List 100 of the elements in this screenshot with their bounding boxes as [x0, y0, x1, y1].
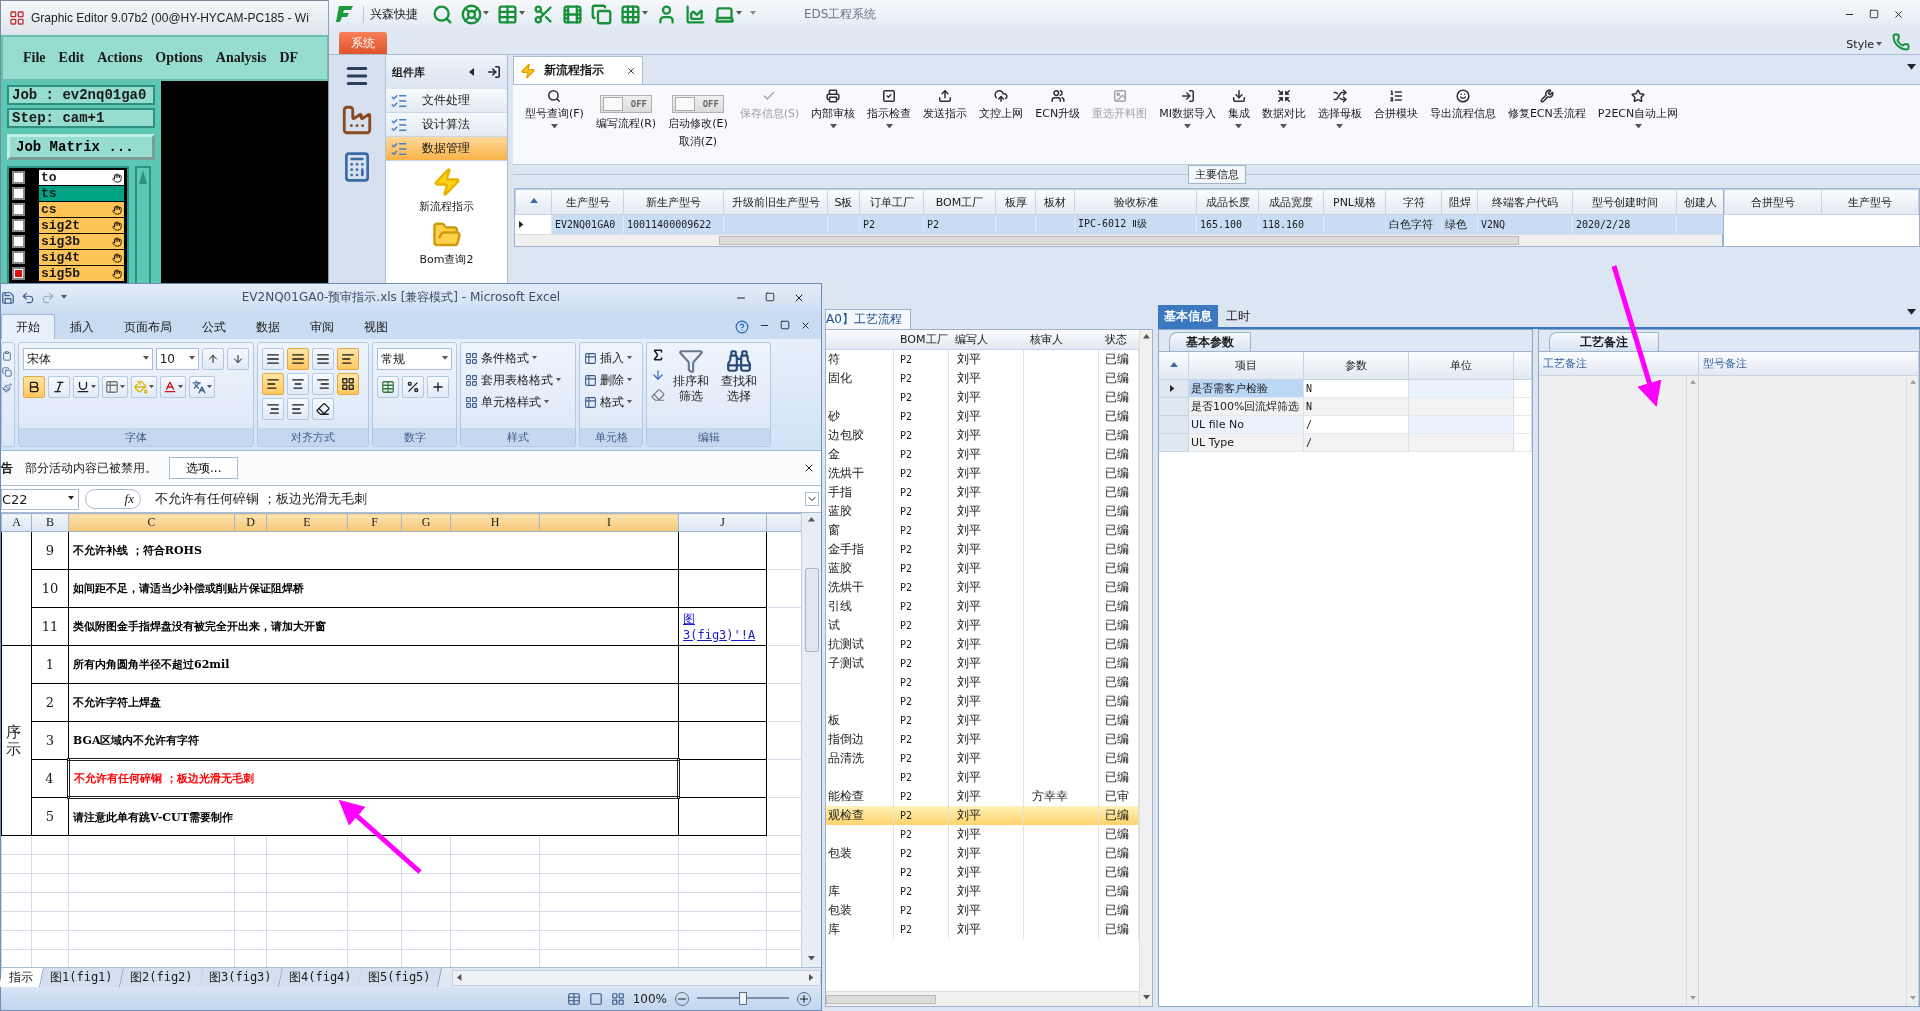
menu-item[interactable]: Edit: [58, 50, 85, 66]
layer-item[interactable]: to: [39, 170, 124, 185]
column-header[interactable]: 核审人: [1024, 332, 1099, 347]
column-header[interactable]: 阻焊: [1441, 189, 1478, 215]
ribbon-button[interactable]: 套用表格格式: [465, 370, 571, 390]
layer-item[interactable]: sig4t: [39, 250, 124, 265]
column-header[interactable]: 状态: [1099, 332, 1139, 347]
column-header[interactable]: 生产型号: [551, 189, 624, 215]
column-header[interactable]: F: [347, 513, 402, 532]
table-cell[interactable]: 不允许补线 ；符合ROHS: [68, 531, 679, 570]
launcher-item[interactable]: Bom查询2: [386, 214, 507, 267]
find-select-button[interactable]: 查找和选择: [717, 348, 761, 428]
launcher-item[interactable]: 新流程指示: [386, 161, 507, 214]
sheet-tab[interactable]: 图1(fig1): [40, 968, 124, 987]
ribbon-tab[interactable]: 审阅: [295, 314, 349, 339]
tab[interactable]: 工时: [1220, 305, 1256, 327]
column-header[interactable]: 验收标准: [1074, 189, 1197, 215]
job-matrix-button[interactable]: Job Matrix ...: [7, 134, 155, 160]
sheet-tab[interactable]: 图4(fig4): [278, 968, 363, 987]
table-cell[interactable]: 不允许字符上焊盘: [68, 683, 679, 722]
sidebar-item[interactable]: 文件处理: [386, 89, 507, 113]
sidebar-item[interactable]: 设计算法: [386, 113, 507, 137]
layer-item[interactable]: ts: [39, 186, 124, 201]
font-size-select[interactable]: 10: [155, 348, 199, 370]
column-header[interactable]: B: [31, 513, 69, 532]
formula-field[interactable]: 不允许有任何碎铜 ；板边光滑无毛刺: [147, 490, 799, 508]
toolbar-button[interactable]: 内部审核: [807, 89, 860, 131]
column-header[interactable]: 终端客户代码: [1477, 189, 1573, 215]
column-header[interactable]: 成品长度: [1196, 189, 1259, 215]
column-header[interactable]: 新生产型号: [623, 189, 724, 215]
toolbar-button[interactable]: 修复ECN丢流程: [1503, 89, 1590, 121]
toolbar-button[interactable]: 指示检查: [863, 89, 916, 131]
column-header[interactable]: A: [1, 513, 32, 532]
ribbon-button[interactable]: 格式: [584, 392, 638, 412]
ribbon-button[interactable]: 插入: [584, 348, 638, 368]
menu-item[interactable]: DF: [279, 50, 299, 66]
sort-filter-button[interactable]: 排序和筛选: [669, 348, 713, 428]
layer-item[interactable]: sig2t: [39, 218, 124, 233]
toolbar-button[interactable]: P2ECN自动上网: [1593, 89, 1683, 131]
toolbar-button[interactable]: 选择母板: [1313, 89, 1366, 131]
menu-item[interactable]: Actions: [97, 50, 143, 66]
toolbar-button[interactable]: 集成: [1223, 89, 1254, 131]
menu-item[interactable]: File: [23, 50, 46, 66]
column-header[interactable]: 订单工厂: [859, 189, 924, 215]
column-header[interactable]: 型号创建时间: [1572, 189, 1677, 215]
table-row[interactable]: 观检查 P2 刘平 已编: [826, 806, 1139, 825]
column-header[interactable]: 生产型号: [1821, 189, 1919, 215]
column-header[interactable]: C: [68, 513, 235, 532]
column-header[interactable]: J: [678, 513, 767, 532]
column-header[interactable]: 单位: [1409, 352, 1514, 379]
column-header[interactable]: H: [450, 513, 540, 532]
column-header[interactable]: 字符: [1385, 189, 1442, 215]
toolbar-button[interactable]: 数据对比: [1257, 89, 1310, 131]
section-tab[interactable]: 基本参数: [1169, 332, 1251, 351]
toolbar-button[interactable]: MI数据导入: [1155, 89, 1220, 131]
number-format-select[interactable]: 常规: [377, 348, 452, 370]
name-box[interactable]: C22: [1, 488, 79, 510]
table-cell[interactable]: 类似附图金手指焊盘没有被完全开出来，请加大开窗: [68, 607, 679, 646]
column-header[interactable]: 成品宽度: [1258, 189, 1324, 215]
menu-item[interactable]: Options: [155, 50, 203, 66]
font-select[interactable]: 宋体: [23, 348, 153, 370]
column-header[interactable]: 参数: [1304, 352, 1409, 379]
toggle-switch[interactable]: OFF 启动修改(E) 取消(Z): [664, 89, 732, 149]
ribbon-button[interactable]: 删除: [584, 370, 638, 390]
style-menu[interactable]: Style: [1846, 38, 1882, 54]
column-header[interactable]: I: [539, 513, 679, 532]
column-header[interactable]: 项目: [1189, 352, 1304, 379]
column-header[interactable]: 板厚: [995, 189, 1036, 215]
layer-item[interactable]: cs: [39, 202, 124, 217]
table-cell[interactable]: 请注意此单有跳V-CUT需要制作: [68, 797, 679, 836]
document-tab[interactable]: 新流程指示: [513, 56, 643, 84]
sheet-tab[interactable]: 指示: [0, 968, 44, 987]
column-header[interactable]: 板材: [1035, 189, 1075, 215]
column-header[interactable]: 创建人: [1676, 189, 1724, 215]
tab[interactable]: 基本信息: [1158, 305, 1218, 327]
toolbar-button[interactable]: 文控上网: [975, 89, 1028, 121]
sheet-tab[interactable]: 图3(fig3): [199, 968, 283, 987]
toolbar-button[interactable]: ECN升级: [1031, 89, 1085, 121]
ribbon-tab[interactable]: 数据: [241, 314, 295, 339]
table-cell[interactable]: 不允许有任何碎铜 ；板边光滑无毛刺: [68, 759, 679, 798]
toolbar-button[interactable]: 导出流程信息: [1425, 89, 1500, 121]
toolbar-button[interactable]: 型号查询(F): [521, 89, 588, 131]
column-header[interactable]: D: [234, 513, 267, 532]
layer-item[interactable]: sig5b: [39, 266, 124, 281]
toolbar-button[interactable]: 合拼模块: [1369, 89, 1422, 121]
ribbon-tab[interactable]: 公式: [187, 314, 241, 339]
column-header[interactable]: 工艺备注: [1539, 352, 1699, 375]
menu-item[interactable]: Analysis: [215, 50, 267, 66]
options-button[interactable]: 选项...: [169, 457, 239, 479]
ribbon-button[interactable]: 单元格样式: [465, 392, 571, 412]
column-header[interactable]: S板: [827, 189, 860, 215]
column-header[interactable]: 编写人: [949, 332, 1024, 347]
table-cell[interactable]: 所有内角圆角半径不超过62mil: [68, 645, 679, 684]
ribbon-tab[interactable]: 开始: [1, 314, 55, 339]
sheet-tab[interactable]: 图5(fig5): [358, 968, 442, 987]
table-cell[interactable]: 如间距不足，请适当少补偿或削贴片保证阻焊桥: [68, 569, 679, 608]
sheet-tab[interactable]: 图2(fig2): [119, 968, 204, 987]
column-header[interactable]: 升级前旧生产型号: [723, 189, 828, 215]
column-header[interactable]: 合拼型号: [1724, 189, 1822, 215]
ribbon-tab[interactable]: 插入: [55, 314, 109, 339]
